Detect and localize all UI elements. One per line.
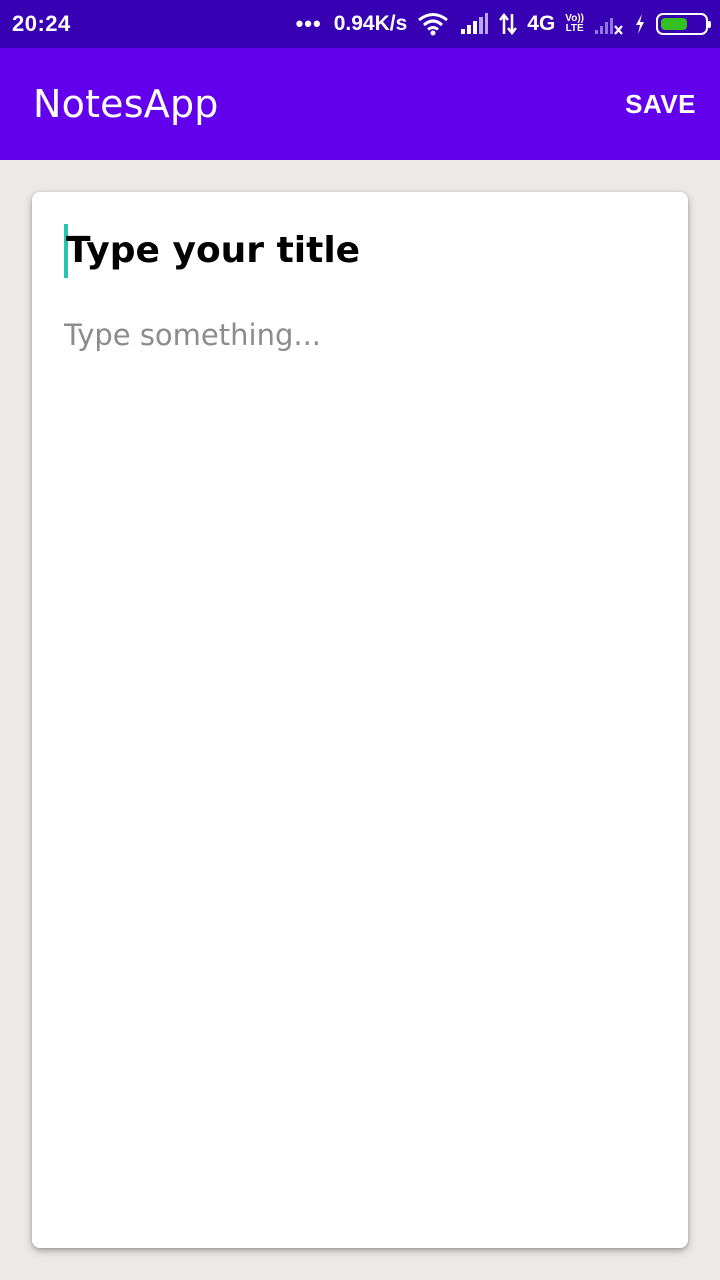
volte-bottom-label: LTE <box>565 23 584 34</box>
signal-icon <box>459 13 489 35</box>
charging-icon <box>634 13 646 35</box>
status-bar: 20:24 ••• 0.94K/s 4G Vo)) LTE <box>0 0 720 48</box>
data-arrows-icon <box>499 13 518 35</box>
status-time: 20:24 <box>12 11 71 36</box>
battery-level <box>661 18 687 30</box>
note-title-input[interactable] <box>64 222 654 278</box>
more-notifications-icon: ••• <box>295 11 322 36</box>
app-bar: NotesApp SAVE <box>0 48 720 160</box>
wifi-icon <box>417 12 449 36</box>
note-editor-card <box>32 192 688 1248</box>
app-title: NotesApp <box>33 82 219 126</box>
save-button[interactable]: SAVE <box>625 81 696 128</box>
signal-no-service-icon <box>594 13 624 35</box>
status-icons: ••• 0.94K/s 4G Vo)) LTE <box>295 11 711 37</box>
network-type: 4G <box>527 12 556 35</box>
battery-icon <box>656 13 711 35</box>
note-body-input[interactable] <box>64 318 654 1218</box>
volte-icon: Vo)) LTE <box>565 14 584 34</box>
network-speed: 0.94K/s <box>333 12 408 35</box>
